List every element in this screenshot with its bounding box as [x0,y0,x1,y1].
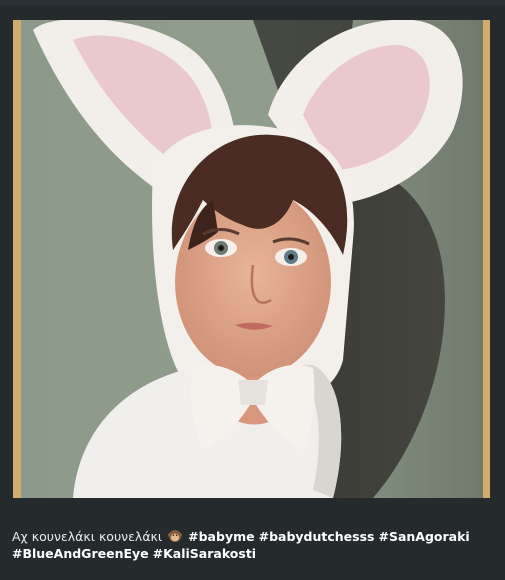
caption-text: Αχ κουνελάκι κουνελάκι [12,529,163,544]
hashtag-babydutchesss[interactable]: #babydutchesss [259,529,375,544]
post-card: Αχ κουνελάκι κουνελάκι #babyme #babydutc… [0,6,505,580]
hashtag-kalisarakosti[interactable]: #KaliSarakosti [153,546,256,561]
monkey-face-icon [168,530,183,542]
post-caption: Αχ κουνελάκι κουνελάκι #babyme #babydutc… [12,528,492,562]
hashtag-babyme[interactable]: #babyme [188,529,254,544]
bunny-child-illustration [13,20,490,498]
hashtag-blueandgreeneye[interactable]: #BlueAndGreenEye [12,546,149,561]
hashtag-sanagoraki[interactable]: #SanAgoraki [378,529,469,544]
post-photo[interactable] [13,20,490,498]
